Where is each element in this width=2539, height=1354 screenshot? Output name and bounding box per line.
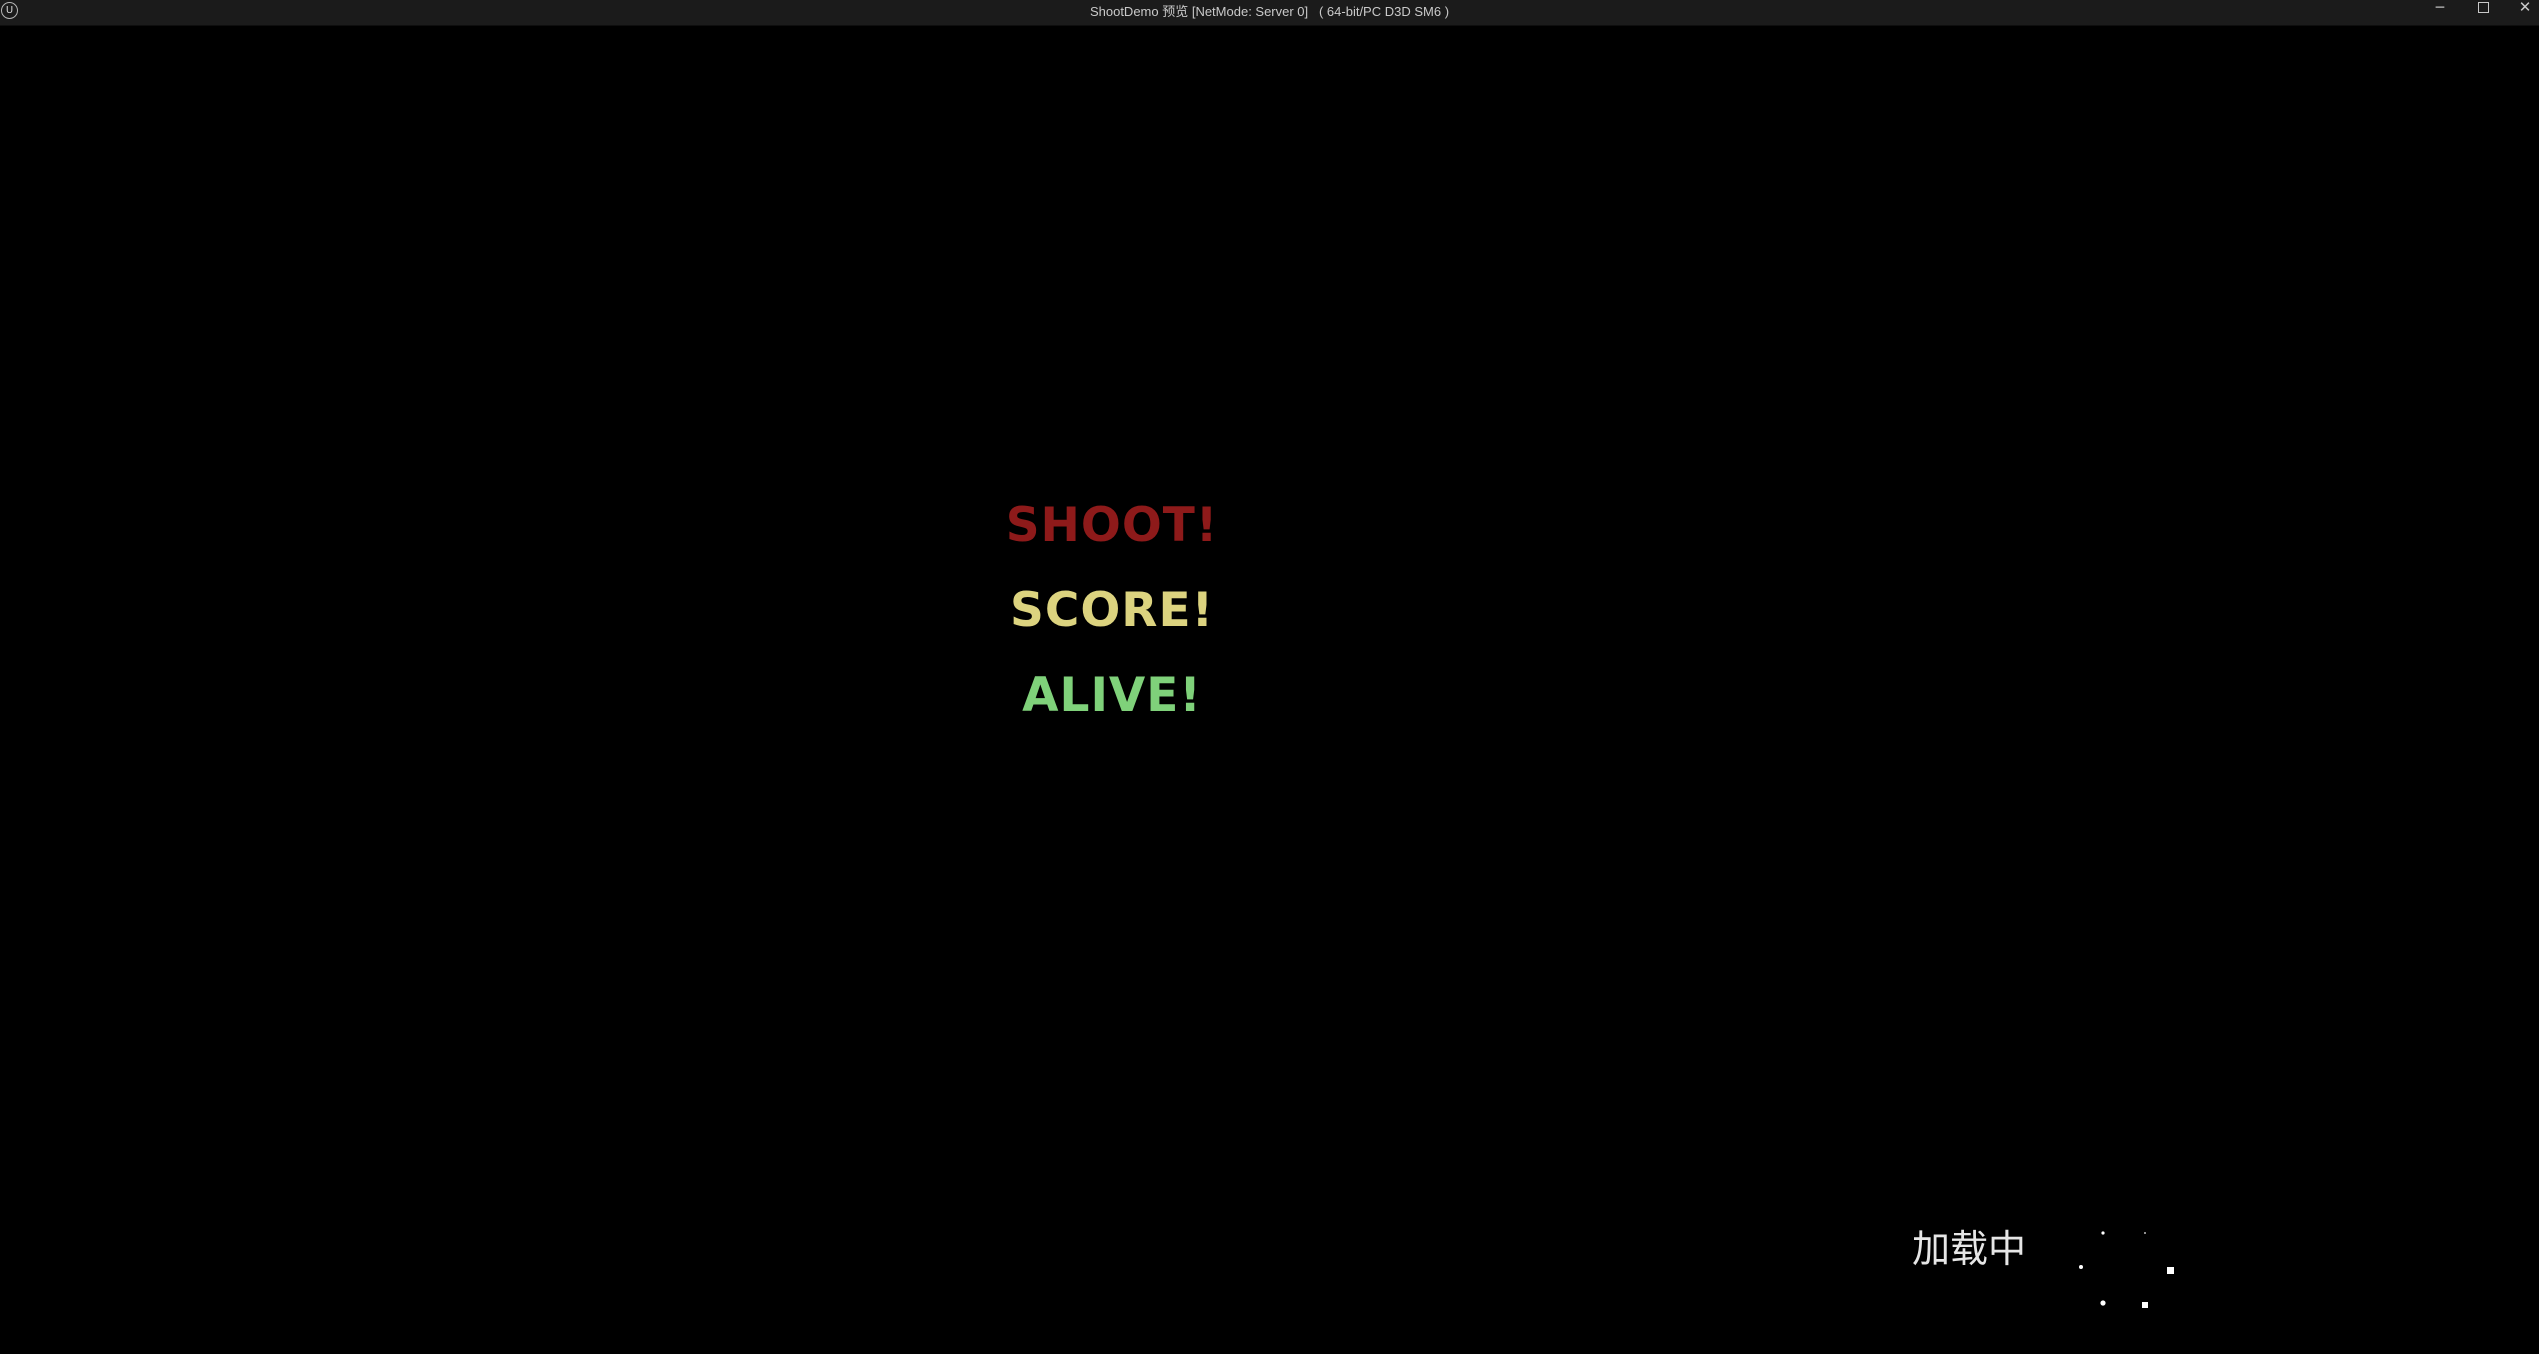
title-bar[interactable]: U ShootDemo 预览 [NetMode: Server 0] ( 64-…: [0, 0, 2539, 26]
spinner-dot: [2079, 1265, 2083, 1269]
maximize-button[interactable]: [2463, 0, 2503, 20]
slogan-alive: ALIVE!: [1022, 668, 1202, 723]
spinner-dot: [2144, 1232, 2146, 1234]
spinner-dot: [2100, 1300, 2106, 1306]
spinner-dot: [2142, 1302, 2148, 1308]
minimize-button[interactable]: ─: [2420, 0, 2460, 20]
loading-label: 加载中: [1912, 1227, 2027, 1271]
slogan-shoot: SHOOT!: [1005, 498, 1219, 553]
spinner-dot: [2167, 1267, 2174, 1274]
loading-spinner-icon: [2079, 1231, 2174, 1308]
maximize-icon: [2477, 2, 2489, 13]
slogan-score: SCORE!: [1009, 583, 1215, 638]
spinner-dot: [2101, 1231, 2105, 1235]
window-title: ShootDemo 预览 [NetMode: Server 0] ( 64-bi…: [1089, 4, 1450, 19]
game-window: U ShootDemo 预览 [NetMode: Server 0] ( 64-…: [0, 0, 2539, 1354]
close-button[interactable]: ✕: [2505, 0, 2539, 20]
game-viewport[interactable]: SHOOT! SCORE! ALIVE! 加载中: [0, 26, 2539, 1354]
